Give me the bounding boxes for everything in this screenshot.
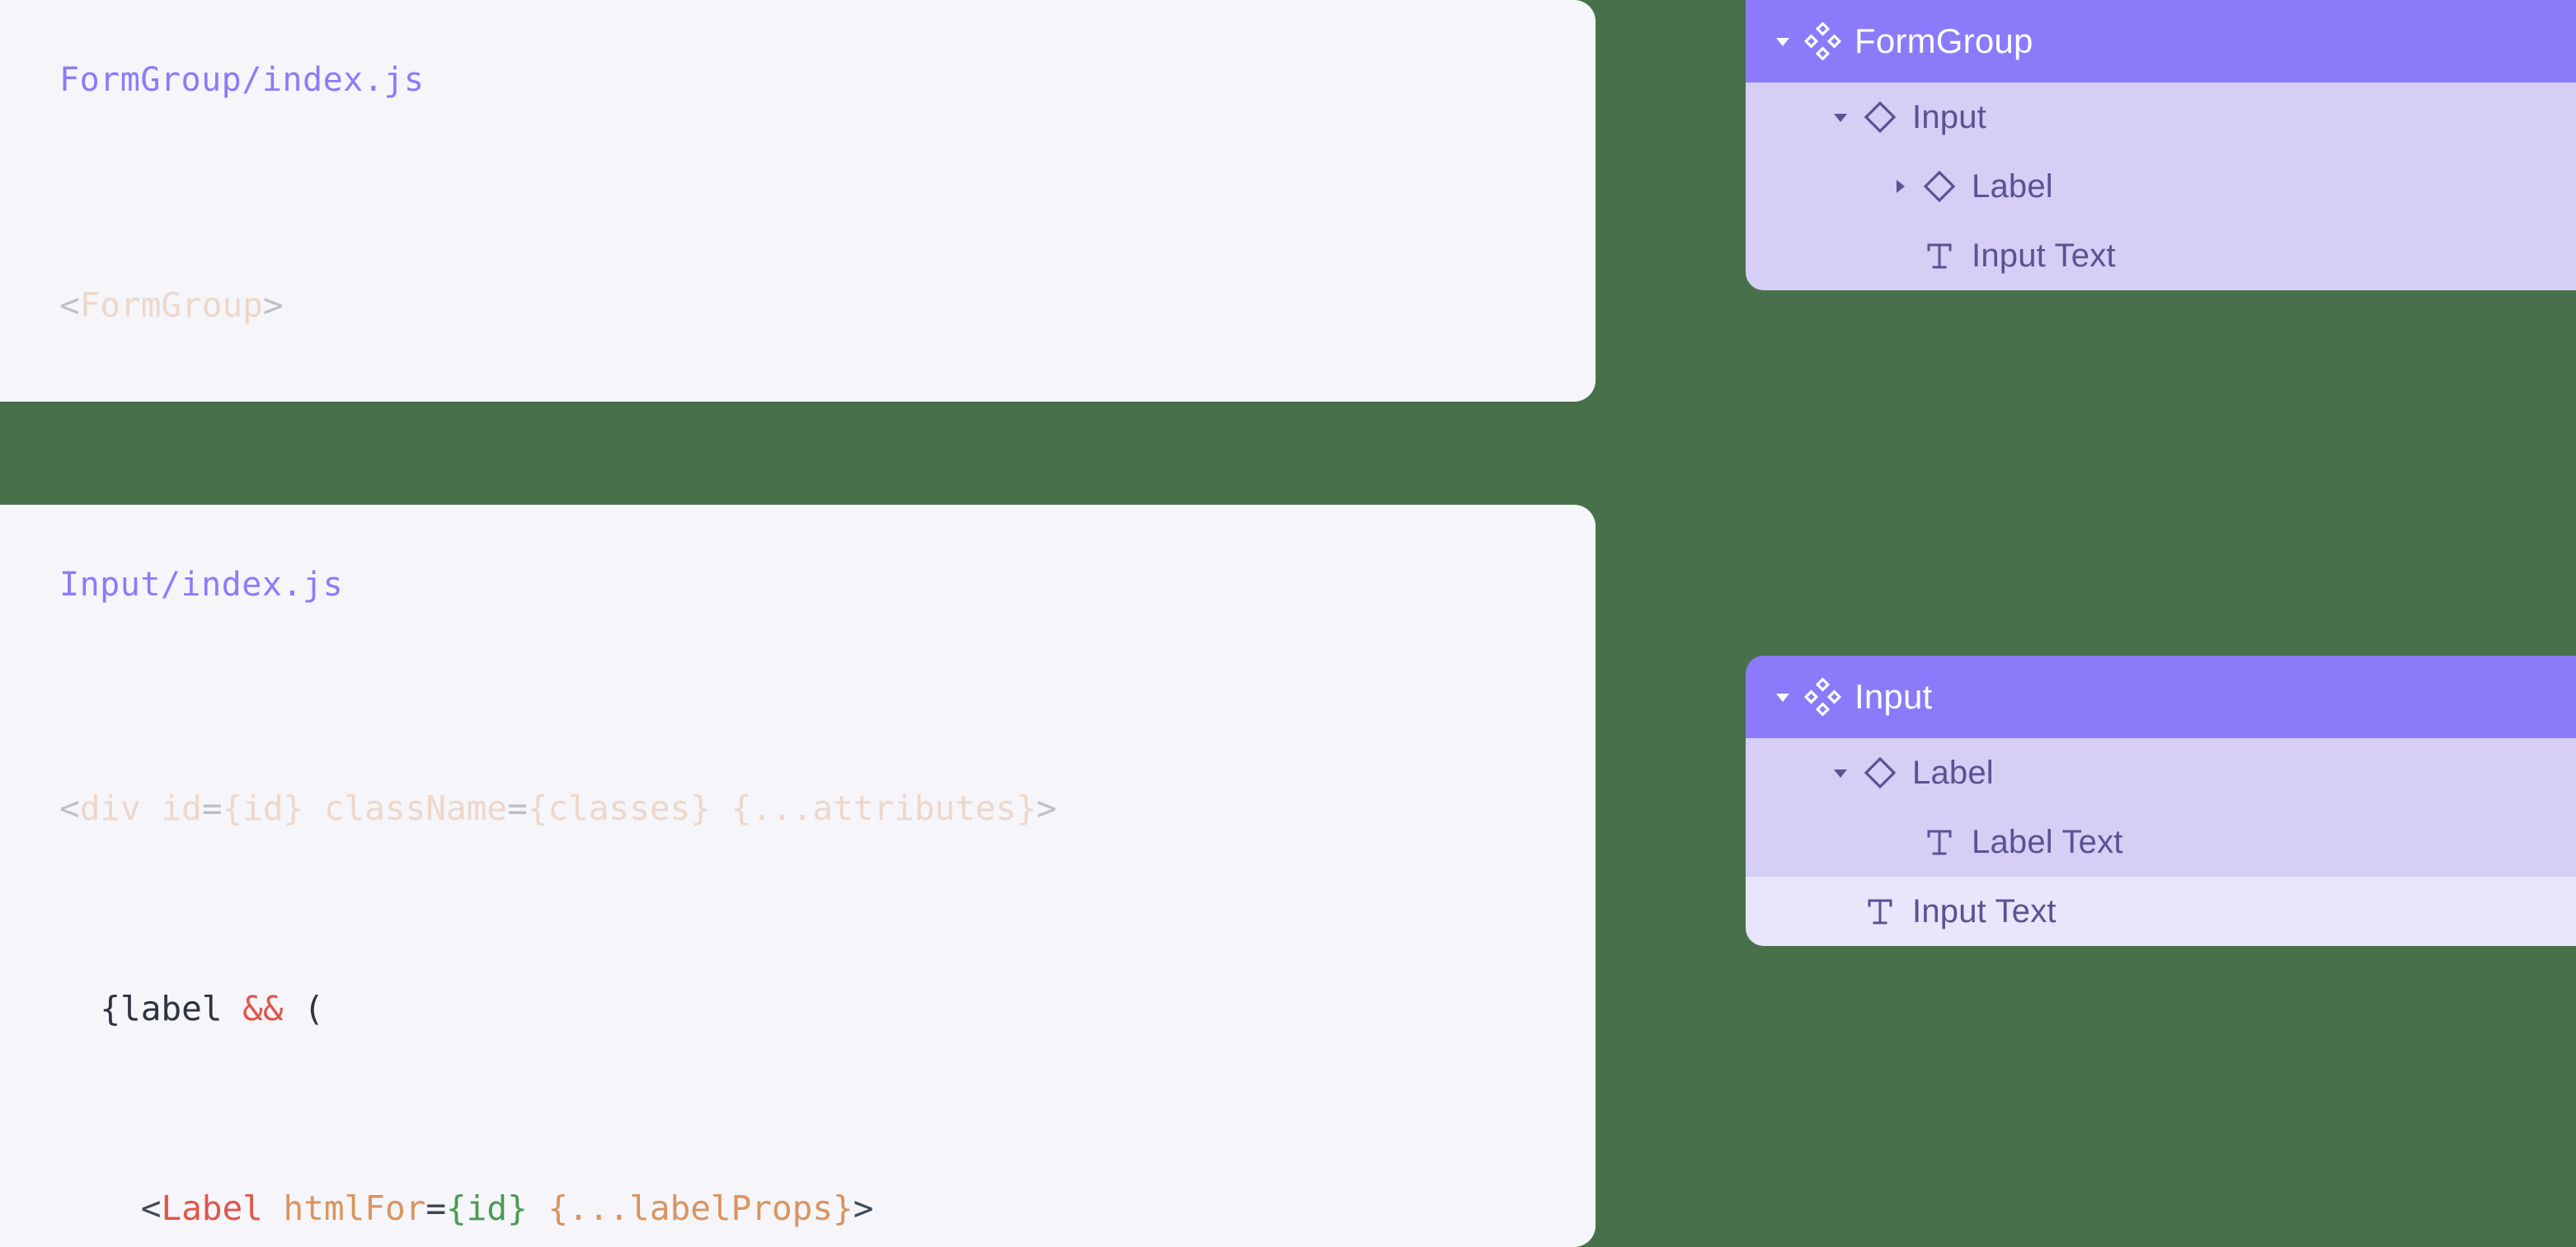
- code-token-bracket: <: [59, 285, 80, 326]
- file-title-input: Input/index.js: [59, 566, 344, 604]
- code-block-formgroup: <FormGroup> <Input label="Email Address"…: [59, 130, 1596, 402]
- code-token-tag: div: [79, 788, 141, 829]
- code-token-expr: {id}: [446, 1188, 528, 1229]
- chevron-down-icon[interactable]: [1769, 683, 1797, 711]
- code-token-equals: =: [201, 788, 223, 829]
- text-node-icon: [1861, 892, 1899, 930]
- text-node-icon: [1920, 237, 1958, 275]
- caret-placeholder: [1886, 242, 1914, 270]
- component-tree-input: Input Label Label Text Input Text: [1746, 656, 2576, 946]
- tree-node-label-component[interactable]: Label: [1746, 738, 2576, 807]
- component-diamond-icon: [1861, 98, 1899, 136]
- code-card-input: Input/index.js <div id={id} className={c…: [0, 505, 1596, 1247]
- code-token-indent: [59, 1188, 141, 1228]
- code-token-expr: {id}: [222, 788, 304, 829]
- code-token-bracket: <: [140, 1188, 162, 1229]
- code-line: {label && (: [59, 984, 1596, 1034]
- tree-node-label: Input: [1912, 98, 1986, 135]
- tree-node-label: Input Text: [1972, 237, 2116, 274]
- code-token-spread: {...labelProps}: [548, 1188, 853, 1229]
- tree-node-label-component[interactable]: Label: [1746, 152, 2576, 221]
- chevron-down-icon[interactable]: [1769, 27, 1797, 55]
- code-token-bracket: >: [262, 285, 284, 326]
- code-token-expr: {label: [100, 988, 243, 1028]
- caret-placeholder: [1826, 897, 1854, 925]
- code-token-operator: &&: [242, 988, 284, 1028]
- code-token-bracket: <: [59, 788, 80, 829]
- chevron-down-icon[interactable]: [1826, 103, 1854, 131]
- code-line: <div id={id} className={classes} {...att…: [59, 783, 1596, 834]
- tree-node-label: FormGroup: [1854, 21, 2033, 60]
- code-token-tag: FormGroup: [79, 285, 263, 326]
- code-token-paren: (: [283, 988, 324, 1028]
- code-token-equals: =: [425, 1188, 447, 1229]
- code-token-indent: [59, 989, 100, 1028]
- code-token-attr: className: [323, 788, 508, 829]
- tree-node-input[interactable]: Input: [1746, 82, 2576, 152]
- code-token-expr: {classes}: [527, 788, 711, 829]
- component-diamond-icon: [1920, 167, 1958, 205]
- code-token-equals: =: [507, 788, 528, 829]
- component-cluster-icon: [1803, 22, 1841, 60]
- component-cluster-icon: [1803, 678, 1841, 716]
- code-token-bracket: >: [853, 1188, 874, 1229]
- code-card-inner: Input/index.js <div id={id} className={c…: [0, 566, 1596, 1247]
- code-card-formgroup: FormGroup/index.js <FormGroup> <Input la…: [0, 0, 1596, 402]
- code-token-spread: {...attributes}: [731, 788, 1037, 829]
- tree-node-label-text[interactable]: Label Text: [1746, 807, 2576, 877]
- text-node-icon: [1920, 823, 1958, 861]
- tree-node-label: Label: [1912, 754, 1994, 791]
- caret-placeholder: [1886, 828, 1914, 856]
- chevron-down-icon[interactable]: [1826, 759, 1854, 787]
- code-card-inner: FormGroup/index.js <FormGroup> <Input la…: [0, 61, 1596, 402]
- tree-node-input-text[interactable]: Input Text: [1746, 877, 2576, 946]
- code-token-tag: Label: [161, 1188, 263, 1229]
- component-tree-formgroup: FormGroup Input Label Input Text: [1746, 0, 2576, 290]
- tree-node-label: Label Text: [1972, 823, 2123, 860]
- tree-node-label: Input Text: [1912, 892, 2057, 929]
- tree-node-label: Label: [1972, 167, 2053, 205]
- code-line: <Label htmlFor={id} {...labelProps}>: [59, 1183, 1596, 1234]
- code-token-attr: id: [161, 788, 202, 829]
- code-line: <FormGroup>: [59, 280, 1596, 331]
- tree-node-input-root[interactable]: Input: [1746, 656, 2576, 738]
- component-diamond-icon: [1861, 754, 1899, 792]
- tree-node-input-text[interactable]: Input Text: [1746, 221, 2576, 290]
- file-title-formgroup: FormGroup/index.js: [59, 61, 425, 99]
- code-token-attr: htmlFor: [283, 1188, 426, 1229]
- code-token-bracket: >: [1036, 788, 1057, 829]
- chevron-right-icon[interactable]: [1886, 172, 1914, 200]
- tree-node-formgroup[interactable]: FormGroup: [1746, 0, 2576, 82]
- code-block-input: <div id={id} className={classes} {...att…: [59, 633, 1596, 1247]
- tree-node-label: Input: [1854, 677, 1933, 716]
